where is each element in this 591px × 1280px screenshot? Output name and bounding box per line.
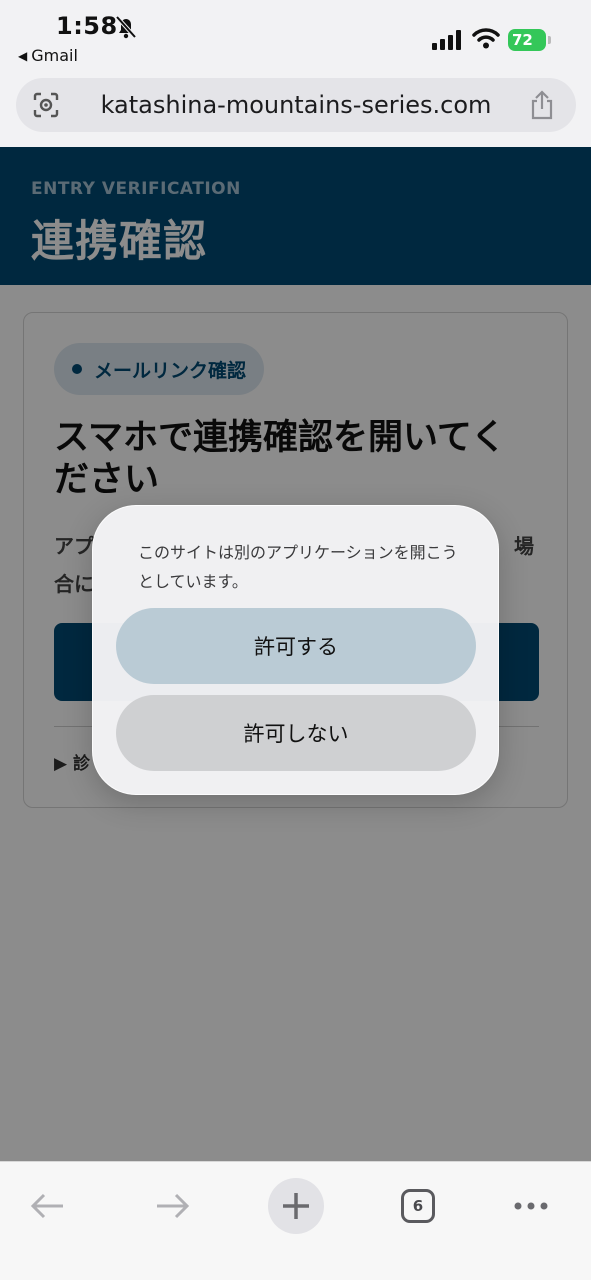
tabs-icon: 6 (401, 1189, 435, 1223)
address-bar[interactable]: katashina-mountains-series.com (16, 78, 576, 132)
allow-button[interactable]: 許可する (116, 608, 476, 684)
battery-level: 72 (508, 29, 546, 51)
back-to-app-link[interactable]: ◀ Gmail (18, 46, 78, 65)
back-triangle-icon: ◀ (18, 48, 28, 63)
plus-icon (283, 1193, 309, 1219)
bottom-toolbar: 6 (0, 1161, 591, 1280)
more-button[interactable] (503, 1178, 559, 1234)
forward-button[interactable] (144, 1178, 200, 1234)
battery-cap (548, 36, 551, 44)
bell-slash-icon (115, 15, 137, 39)
url-text[interactable]: katashina-mountains-series.com (76, 78, 516, 132)
status-bar: 1:58 ◀ Gmail 72 (0, 0, 591, 72)
open-app-alert: このサイトは別のアプリケーションを開こうとしています。 許可する 許可しない (92, 505, 499, 795)
wifi-icon (472, 28, 500, 49)
back-app-label: Gmail (31, 46, 78, 65)
alert-message: このサイトは別のアプリケーションを開こうとしています。 (138, 543, 458, 591)
status-time: 1:58 (56, 12, 118, 40)
forward-arrow-icon (157, 1193, 190, 1219)
more-icon (514, 1202, 548, 1210)
tabs-button[interactable]: 6 (390, 1178, 446, 1234)
back-button[interactable] (20, 1178, 76, 1234)
share-icon[interactable] (528, 90, 556, 120)
page-lens-icon[interactable] (32, 91, 60, 119)
battery-charging-icon: 72 (508, 29, 552, 51)
new-tab-button[interactable] (268, 1178, 324, 1234)
deny-button[interactable]: 許可しない (116, 695, 476, 771)
signal-icon (432, 30, 461, 50)
back-arrow-icon (30, 1193, 63, 1219)
